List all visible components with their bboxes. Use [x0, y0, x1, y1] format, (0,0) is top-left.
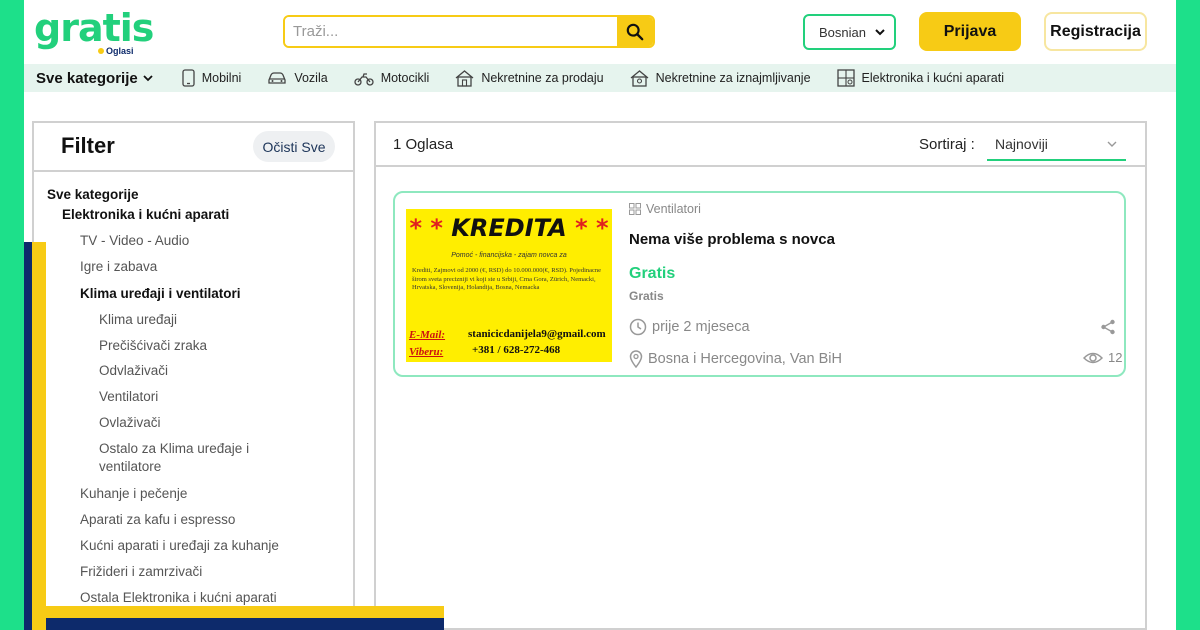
decor-bar-yellow-bottom — [46, 606, 444, 618]
subsubcategory-item[interactable]: Klima uređaji — [99, 311, 279, 329]
listing-time: prije 2 mjeseca — [629, 318, 750, 336]
logo[interactable]: gratis Oglasi — [34, 6, 154, 56]
results-header: 1 Oglasa Sortiraj : Najnoviji — [376, 123, 1145, 167]
house-icon — [455, 69, 474, 87]
nav-item-nekretnine-iznajmljivanje[interactable]: Nekretnine za iznajmljivanje — [630, 69, 811, 87]
subcategory-item[interactable]: Frižideri i zamrzivači — [80, 563, 202, 581]
ad-email-label: E-Mail: — [409, 329, 446, 341]
login-button[interactable]: Prijava — [919, 12, 1021, 51]
sort-select[interactable]: Najnoviji — [987, 129, 1126, 161]
subcategory-item[interactable]: Ostala Elektronika i kućni aparati — [80, 589, 277, 607]
subcategory-item[interactable]: Aparati za kafu i espresso — [80, 511, 235, 529]
listing-image-ad: * * KREDITA * * Pomoć - financijska - za… — [406, 209, 612, 362]
nav-item-motocikli[interactable]: Motocikli — [354, 71, 430, 86]
nav-item-label: Nekretnine za prodaju — [481, 71, 604, 85]
category-nav: Sve kategorije Mobilni Vozila Motocikli … — [24, 64, 1176, 92]
listing-title[interactable]: Nema više problema s novca — [629, 231, 835, 248]
listing-category-label: Ventilatori — [646, 202, 701, 216]
nav-item-label: Nekretnine za iznajmljivanje — [655, 71, 811, 85]
sort-value: Najnoviji — [995, 136, 1048, 152]
clock-icon — [629, 318, 647, 336]
category-all[interactable]: Sve kategorije — [47, 186, 139, 204]
subsubcategory-item[interactable]: Prečišćivači zraka — [99, 337, 279, 355]
ad-email: stanicicdanijela9@gmail.com — [468, 328, 606, 340]
nav-item-elektronika[interactable]: Elektronika i kućni aparati — [836, 69, 1004, 87]
ad-body-text: Krediti, Zajmovi od 2000 (€, RSD) do 10.… — [412, 267, 602, 291]
all-categories-dropdown[interactable]: Sve kategorije — [36, 70, 154, 87]
filter-panel: Filter Očisti Sve Sve kategorije Elektro… — [32, 121, 355, 630]
subcategory-item[interactable]: Igre i zabava — [80, 258, 157, 276]
share-button[interactable] — [1100, 319, 1116, 340]
listing-card[interactable]: * * KREDITA * * Pomoć - financijska - za… — [393, 191, 1126, 377]
listing-location-label: Bosna i Hercegovina, Van BiH — [648, 351, 842, 367]
listing-time-label: prije 2 mjeseca — [652, 319, 750, 335]
decor-bar-yellow-left — [32, 242, 46, 630]
subcategory-item[interactable]: TV - Video - Audio — [80, 232, 189, 250]
chevron-down-icon — [1107, 141, 1117, 147]
logo-text: gratis — [34, 6, 154, 50]
phone-icon — [182, 69, 195, 87]
location-pin-icon — [629, 350, 643, 368]
listing-image[interactable]: * * KREDITA * * Pomoć - financijska - za… — [403, 206, 617, 362]
listing-views-count: 12 — [1108, 350, 1123, 365]
listing-price: Gratis — [629, 265, 676, 282]
results-count: 1 Oglasa — [393, 136, 454, 153]
search-icon — [626, 23, 644, 40]
all-categories-label: Sve kategorije — [36, 69, 138, 87]
car-icon — [268, 72, 286, 84]
subsubcategory-item[interactable]: Ventilatori — [99, 388, 279, 406]
filter-header: Filter Očisti Sve — [34, 123, 353, 172]
listing-location: Bosna i Hercegovina, Van BiH — [629, 350, 842, 368]
search-input[interactable] — [285, 17, 617, 46]
nav-item-label: Mobilni — [201, 71, 242, 85]
subcategory-item[interactable]: Kućni aparati i uređaji za kuhanje — [80, 537, 279, 555]
house-rent-icon — [630, 69, 649, 87]
subsubcategory-item[interactable]: Odvlaživači — [99, 362, 279, 380]
grid-icon — [629, 203, 641, 215]
motorcycle-icon — [354, 72, 374, 86]
sort-label: Sortiraj : — [919, 136, 975, 153]
header: gratis Oglasi Bosnian Prijava Registraci… — [24, 0, 1176, 64]
nav-item-label: Motocikli — [380, 71, 430, 85]
nav-item-vozila[interactable]: Vozila — [267, 71, 328, 85]
ad-tagline: Pomoć - financijska - zajam novca za — [451, 252, 567, 259]
language-value: Bosnian — [819, 24, 866, 40]
appliance-icon — [836, 69, 855, 87]
results-panel: 1 Oglasa Sortiraj : Najnoviji * * KREDIT… — [374, 121, 1147, 630]
subcategory-item[interactable]: Kuhanje i pečenje — [80, 485, 187, 503]
ad-phone: +381 / 628-272-468 — [472, 344, 561, 356]
decor-bar-navy-bottom — [46, 618, 444, 630]
listing-views: 12 — [1083, 350, 1122, 365]
share-icon — [1101, 319, 1115, 335]
nav-item-mobilni[interactable]: Mobilni — [182, 69, 242, 87]
language-select[interactable]: Bosnian — [803, 14, 896, 50]
page: gratis Oglasi Bosnian Prijava Registraci… — [24, 0, 1176, 630]
listing-price-sub: Gratis — [629, 289, 664, 303]
filter-title: Filter — [61, 133, 115, 158]
chevron-down-icon — [143, 75, 153, 82]
search-button[interactable] — [617, 17, 653, 46]
listing-category: Ventilatori — [629, 202, 701, 216]
ad-viber-label: Viberu: — [409, 346, 444, 358]
nav-item-label: Elektronika i kućni aparati — [861, 71, 1004, 85]
subsubcategory-item[interactable]: Ovlaživači — [99, 414, 279, 432]
search-bar — [283, 15, 655, 48]
category-selected[interactable]: Elektronika i kućni aparati — [62, 206, 229, 224]
ad-headline: * * KREDITA * * — [409, 214, 609, 242]
chevron-down-icon — [875, 29, 885, 36]
decor-bar-navy-left — [24, 242, 32, 630]
logo-subtext: Oglasi — [98, 46, 134, 56]
clear-all-button[interactable]: Očisti Sve — [253, 131, 335, 162]
subsubcategory-item[interactable]: Ostalo za Klima uređaje i ventilatore — [99, 440, 279, 476]
register-button[interactable]: Registracija — [1044, 12, 1147, 51]
subcategory-item-active[interactable]: Klima uređaji i ventilatori — [80, 285, 241, 303]
eye-icon — [1083, 352, 1103, 363]
nav-item-nekretnine-prodaja[interactable]: Nekretnine za prodaju — [455, 69, 604, 87]
nav-item-label: Vozila — [294, 71, 328, 85]
